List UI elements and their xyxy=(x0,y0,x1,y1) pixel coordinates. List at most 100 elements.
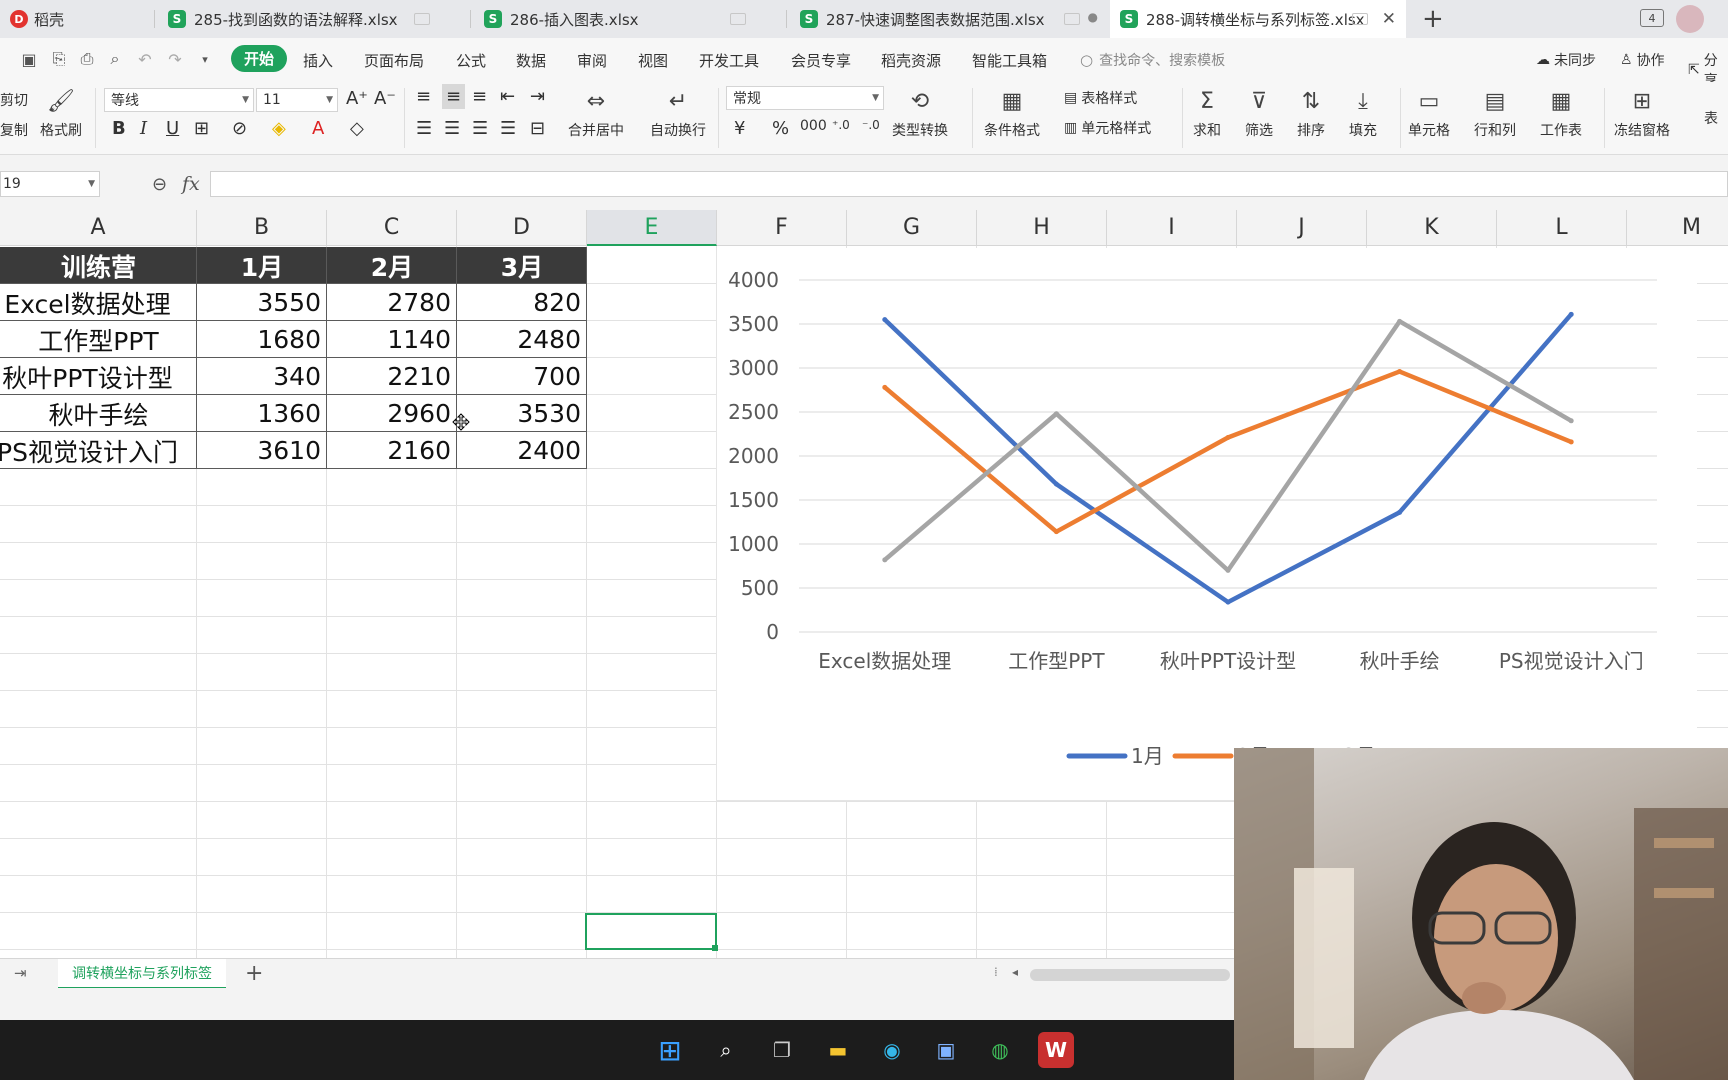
menu-home[interactable]: 开始 xyxy=(231,45,288,72)
type-convert-button[interactable]: ⟲ 类型转换 xyxy=(892,86,948,140)
fx-icon[interactable]: fx xyxy=(182,173,200,195)
tab-file-288[interactable]: S 288-调转横坐标与系列标签.xlsx ✕ xyxy=(1110,0,1406,38)
column-header-m[interactable]: M xyxy=(1627,210,1728,246)
table-cell[interactable]: 2210 xyxy=(327,358,457,395)
table-cell[interactable]: 3610 xyxy=(197,432,327,469)
cell-format-icon[interactable]: ⊘ xyxy=(232,118,247,139)
increase-font-icon[interactable]: A⁺ xyxy=(346,88,368,109)
table-cell[interactable]: 3530 xyxy=(457,395,587,432)
column-header-d[interactable]: D xyxy=(457,210,587,246)
align-bottom-icon[interactable]: ≡ xyxy=(472,86,487,107)
merge-center-button[interactable]: ⇔ 合并居中 xyxy=(568,86,624,140)
copy-button[interactable]: 复制 xyxy=(0,120,28,140)
table-cell[interactable]: 秋叶PPT设计型 xyxy=(0,358,197,395)
conditional-format-button[interactable]: ▦ 条件格式 xyxy=(984,86,1040,140)
table-cell[interactable]: 1140 xyxy=(327,321,457,358)
add-sheet-plus-icon[interactable]: + xyxy=(245,961,263,986)
table-header-cell[interactable]: 3月 xyxy=(457,247,587,284)
cells-button[interactable]: ▭ 单元格 xyxy=(1408,86,1450,140)
windows-start-icon[interactable]: ⊞ xyxy=(652,1032,688,1068)
selected-cell[interactable] xyxy=(585,913,717,950)
fill-color-icon[interactable]: ◈ xyxy=(272,118,286,139)
sort-button[interactable]: ⇅ 排序 xyxy=(1296,86,1326,140)
zoom-formula-icon[interactable]: ⊖ xyxy=(152,174,167,195)
menu-formulas[interactable]: 公式 xyxy=(456,50,486,71)
table-cell[interactable]: 1360 xyxy=(197,395,327,432)
print-icon[interactable]: ⎙ xyxy=(78,49,96,68)
table-style-button[interactable]: ▤ 表格样式 xyxy=(1064,88,1137,108)
formula-input[interactable] xyxy=(210,171,1728,197)
table-cell[interactable]: PS视觉设计入门 xyxy=(0,432,197,469)
filter-button[interactable]: ⊽ 筛选 xyxy=(1244,86,1274,140)
font-color-icon[interactable]: A xyxy=(312,118,324,139)
font-name-select[interactable]: 等线 ▼ xyxy=(104,88,254,112)
task-view-icon[interactable]: ❐ xyxy=(764,1032,800,1068)
align-center-icon[interactable]: ☰ xyxy=(444,118,460,139)
menu-view[interactable]: 视图 xyxy=(638,50,668,71)
table-cell[interactable]: 340 xyxy=(197,358,327,395)
clear-format-icon[interactable]: ◇ xyxy=(350,118,364,139)
table-button[interactable]: 表 xyxy=(1704,104,1718,128)
wrap-text-button[interactable]: ↵ 自动换行 xyxy=(650,86,706,140)
format-painter-button[interactable]: 🖌 格式刷 xyxy=(40,86,82,140)
column-header-j[interactable]: J xyxy=(1237,210,1367,246)
column-header-h[interactable]: H xyxy=(977,210,1107,246)
table-cell[interactable]: 秋叶手绘 xyxy=(0,395,197,432)
menu-review[interactable]: 审阅 xyxy=(577,50,607,71)
avatar[interactable] xyxy=(1676,5,1704,33)
decrease-font-icon[interactable]: A⁻ xyxy=(374,88,396,109)
table-cell[interactable]: 2160 xyxy=(327,432,457,469)
store-icon[interactable]: ▣ xyxy=(928,1032,964,1068)
fill-handle[interactable] xyxy=(712,945,718,951)
decrease-indent-icon[interactable]: ⇤ xyxy=(500,86,515,107)
window-count-badge[interactable]: 4 xyxy=(1640,9,1664,27)
export-pdf-icon[interactable]: ⎘ xyxy=(50,49,68,68)
currency-icon[interactable]: ¥ xyxy=(734,118,745,139)
app-e-icon[interactable]: ◍ xyxy=(982,1032,1018,1068)
tab-docer[interactable]: D 稻壳 xyxy=(0,0,152,38)
align-left-icon[interactable]: ☰ xyxy=(416,118,432,139)
table-cell[interactable]: 2960 xyxy=(327,395,457,432)
horizontal-scrollbar[interactable] xyxy=(1030,969,1230,981)
borders-icon[interactable]: ⊞ xyxy=(194,118,209,139)
sync-button[interactable]: ☁ 未同步 xyxy=(1536,50,1596,70)
chevron-down-icon[interactable]: ▾ xyxy=(196,50,214,68)
table-cell[interactable]: 700 xyxy=(457,358,587,395)
table-cell[interactable]: 2780 xyxy=(327,284,457,321)
rows-columns-button[interactable]: ▤ 行和列 xyxy=(1474,86,1516,140)
menu-page-layout[interactable]: 页面布局 xyxy=(364,50,424,71)
redo-icon[interactable]: ↷ xyxy=(166,50,184,69)
italic-icon[interactable]: I xyxy=(140,118,147,139)
save-icon[interactable]: ▣ xyxy=(20,50,38,69)
fill-button[interactable]: ⤓ 填充 xyxy=(1348,86,1378,140)
distributed-icon[interactable]: ⊟ xyxy=(530,118,545,139)
new-tab-plus-icon[interactable]: + xyxy=(1422,4,1444,34)
align-middle-icon[interactable]: ≡ xyxy=(442,84,466,109)
command-search[interactable]: ○ 查找命令、搜索模板 xyxy=(1080,48,1290,72)
column-header-l[interactable]: L xyxy=(1497,210,1627,246)
tab-file-287[interactable]: S 287-快速调整图表数据范围.xlsx ● xyxy=(790,0,1110,38)
column-header-i[interactable]: I xyxy=(1107,210,1237,246)
number-format-select[interactable]: 常规 ▼ xyxy=(726,86,884,110)
thousands-icon[interactable]: 000 xyxy=(800,118,827,134)
scroll-left-icon[interactable]: ◂ xyxy=(1012,965,1018,979)
column-header-c[interactable]: C xyxy=(327,210,457,246)
menu-member[interactable]: 会员专享 xyxy=(791,50,851,71)
align-right-icon[interactable]: ☰ xyxy=(472,118,488,139)
close-icon[interactable]: ✕ xyxy=(1382,9,1396,29)
column-header-k[interactable]: K xyxy=(1367,210,1497,246)
menu-docer-resources[interactable]: 稻壳资源 xyxy=(881,50,941,71)
name-box[interactable]: 19 ▼ xyxy=(0,171,100,197)
percent-icon[interactable]: % xyxy=(772,118,789,139)
menu-smart-toolbox[interactable]: 智能工具箱 xyxy=(972,50,1047,71)
font-size-select[interactable]: 11 ▼ xyxy=(256,88,338,112)
column-header-e[interactable]: E xyxy=(587,210,717,246)
search-icon[interactable]: ⌕ xyxy=(708,1032,744,1068)
table-cell[interactable]: Excel数据处理 xyxy=(0,284,197,321)
file-explorer-icon[interactable]: ▬ xyxy=(820,1032,856,1068)
underline-icon[interactable]: U xyxy=(166,118,179,139)
decrease-decimal-icon[interactable]: ⁻.0 xyxy=(862,118,880,132)
table-cell[interactable]: 2480 xyxy=(457,321,587,358)
increase-decimal-icon[interactable]: ⁺.0 xyxy=(832,118,850,132)
table-cell[interactable]: 3550 xyxy=(197,284,327,321)
